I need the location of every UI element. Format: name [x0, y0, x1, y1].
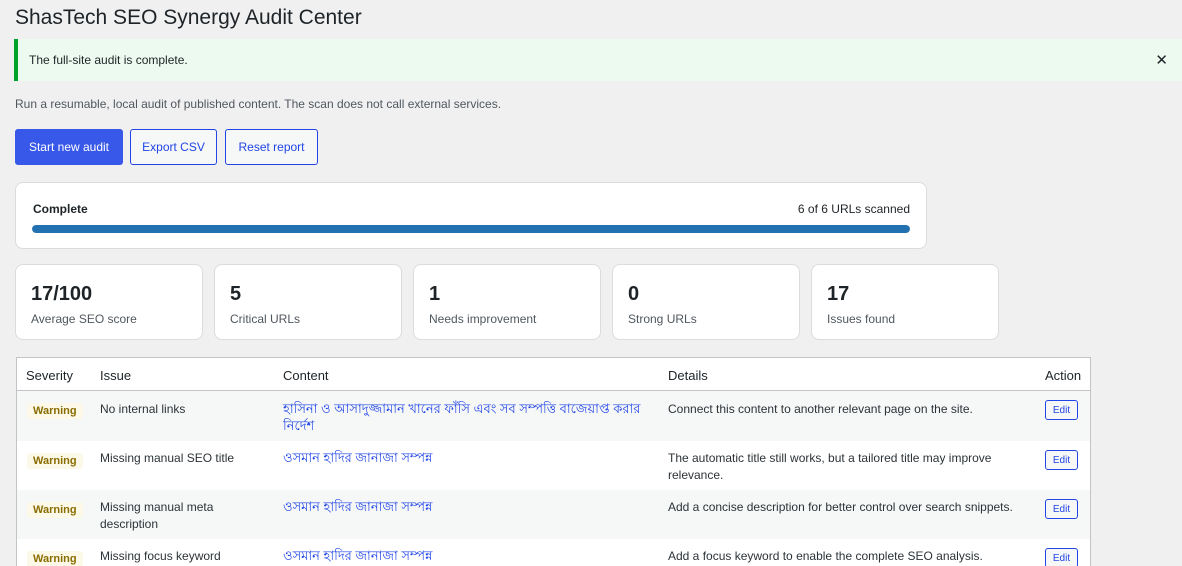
- stat-value: 5: [230, 283, 242, 305]
- intro-text: Run a resumable, local audit of publishe…: [15, 97, 502, 111]
- reset-report-button[interactable]: Reset report: [225, 129, 318, 165]
- edit-button[interactable]: Edit: [1045, 499, 1078, 519]
- stat-issues-found: 17 Issues found: [811, 264, 999, 340]
- severity-badge: Warning: [27, 502, 83, 518]
- table-row: Warning No internal links হাসিনা ও আসাদু…: [17, 391, 1090, 441]
- progress-card: Complete 6 of 6 URLs scanned: [15, 182, 927, 249]
- column-issue: Issue: [100, 368, 132, 383]
- severity-badge: Warning: [27, 453, 83, 469]
- stat-critical-urls: 5 Critical URLs: [214, 264, 402, 340]
- issue-text: No internal links: [100, 402, 186, 416]
- table-row: Warning Missing manual meta description …: [17, 490, 1090, 539]
- stat-average-seo-score: 17/100 Average SEO score: [15, 264, 203, 340]
- stat-label: Needs improvement: [429, 312, 537, 326]
- stat-value: 17: [827, 283, 850, 305]
- export-csv-button[interactable]: Export CSV: [130, 129, 217, 165]
- column-severity: Severity: [26, 368, 73, 383]
- progress-status: Complete: [33, 202, 88, 216]
- details-text: Add a focus keyword to enable the comple…: [668, 549, 983, 563]
- column-content: Content: [283, 368, 329, 383]
- table-header: Severity Issue Content Details Action: [17, 358, 1090, 391]
- issues-table: Severity Issue Content Details Action Wa…: [16, 357, 1091, 566]
- table-row: Warning Missing focus keyword ওসমান হাদি…: [17, 539, 1090, 566]
- stat-label: Critical URLs: [230, 312, 301, 326]
- stat-value: 1: [429, 283, 441, 305]
- progress-count: 6 of 6 URLs scanned: [797, 202, 910, 216]
- content-link[interactable]: ওসমান হাদির জানাজা সম্পন্ন: [283, 449, 643, 466]
- edit-button[interactable]: Edit: [1045, 450, 1078, 470]
- edit-button[interactable]: Edit: [1045, 400, 1078, 420]
- progress-bar-fill: [32, 225, 910, 233]
- severity-badge: Warning: [27, 403, 83, 419]
- progress-bar: [32, 225, 910, 233]
- details-text: Add a concise description for better con…: [668, 500, 1013, 514]
- stat-value: 17/100: [31, 283, 93, 305]
- page-title: ShasTech SEO Synergy Audit Center: [15, 6, 362, 29]
- stat-label: Average SEO score: [31, 312, 137, 326]
- close-icon[interactable]: ✕: [1155, 51, 1168, 69]
- stat-value: 0: [628, 283, 640, 305]
- content-link[interactable]: ওসমান হাদির জানাজা সম্পন্ন: [283, 498, 643, 515]
- table-row: Warning Missing manual SEO title ওসমান হ…: [17, 441, 1090, 490]
- content-link[interactable]: ওসমান হাদির জানাজা সম্পন্ন: [283, 547, 643, 564]
- issue-text: Missing focus keyword: [100, 549, 221, 563]
- issue-text: Missing manual meta description: [100, 500, 214, 531]
- severity-badge: Warning: [27, 551, 83, 566]
- stat-needs-improvement: 1 Needs improvement: [413, 264, 601, 340]
- notice-text: The full-site audit is complete.: [29, 53, 188, 67]
- details-text: Connect this content to another relevant…: [668, 402, 973, 416]
- edit-button[interactable]: Edit: [1045, 548, 1078, 566]
- success-notice: The full-site audit is complete. ✕: [14, 39, 1182, 81]
- stat-label: Issues found: [827, 312, 896, 326]
- column-details: Details: [668, 368, 708, 383]
- details-text: The automatic title still works, but a t…: [668, 451, 992, 482]
- stat-label: Strong URLs: [628, 312, 697, 326]
- stat-strong-urls: 0 Strong URLs: [612, 264, 800, 340]
- issue-text: Missing manual SEO title: [100, 451, 235, 465]
- column-action: Action: [1045, 368, 1082, 383]
- start-new-audit-button[interactable]: Start new audit: [15, 129, 123, 165]
- content-link[interactable]: হাসিনা ও আসাদুজ্জামান খানের ফাঁসি এবং সব…: [283, 400, 643, 434]
